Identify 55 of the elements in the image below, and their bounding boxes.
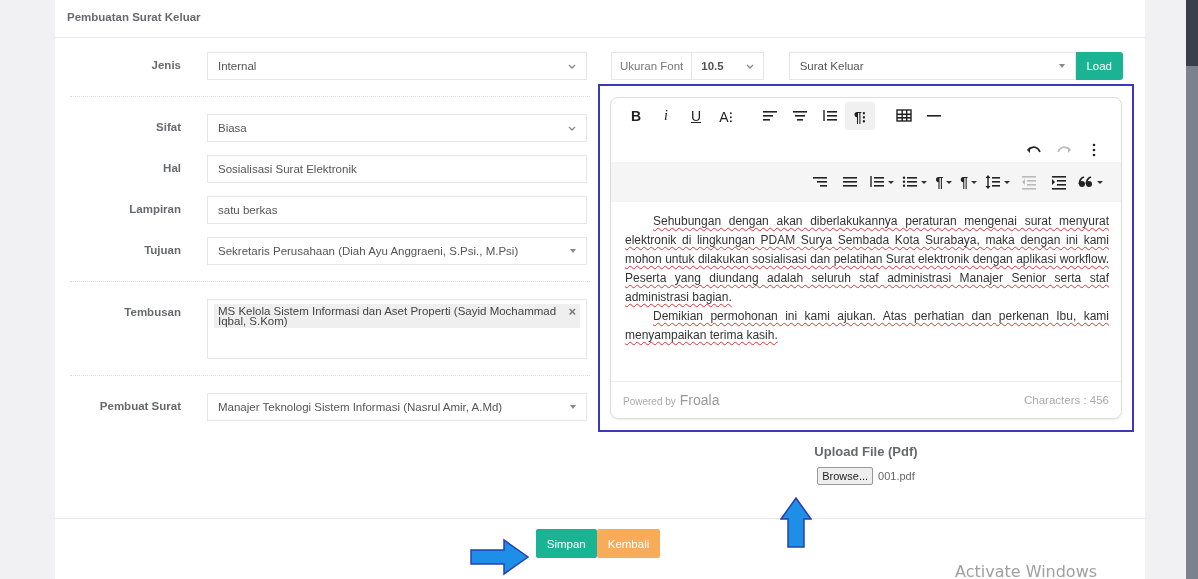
field-label: Lampiran <box>128 202 181 215</box>
select-field[interactable]: Sekretaris Perusahaan (Diah Ayu Anggraeni, S.Psi., M.Psi) <box>207 237 587 265</box>
field-label: Tembusan <box>123 305 181 318</box>
line-height-icon <box>985 174 1001 190</box>
template-select[interactable]: Surat Keluar <box>788 52 1076 80</box>
caret-icon <box>971 180 977 184</box>
right-arrow <box>470 538 530 576</box>
caret-icon <box>888 180 895 184</box>
caret-icon <box>946 180 953 184</box>
file-name: 001.pdf <box>878 470 915 482</box>
bullet-list-icon <box>902 174 919 190</box>
italic-button[interactable]: i <box>651 102 681 130</box>
caret-icon <box>921 180 928 184</box>
remove-tag-button[interactable]: × <box>568 306 576 326</box>
quote-icon <box>1078 174 1094 190</box>
scrollbar-thumb[interactable] <box>1186 0 1198 66</box>
numbered-list-icon <box>869 174 886 190</box>
tag-input-field[interactable]: MS Kelola Sistem Informasi dan Aset Properti (Sayid Mochammad Iqbal, S.Kom) × <box>207 299 587 359</box>
font-size-select[interactable]: 10.5 <box>692 53 763 79</box>
bold-button[interactable]: B <box>621 102 651 130</box>
up-arrow <box>780 497 812 548</box>
caret-icon <box>570 249 576 253</box>
dropdown-button[interactable]: ¶ <box>931 168 957 196</box>
powered-by-text: Powered by <box>623 396 676 407</box>
select-field[interactable]: Biasa <box>207 114 587 142</box>
paragraph: Demikian permohonan ini kami ajukan. Atas perhatian dan perkenan Ibu, kami menyampaikan terima kasih. <box>625 308 1109 344</box>
caret-icon <box>570 405 576 409</box>
field-label: Sifat <box>155 120 181 133</box>
scrollbar[interactable] <box>1186 0 1198 579</box>
underline-button[interactable]: U <box>681 102 711 130</box>
field-label: Jenis <box>150 58 181 71</box>
field-label: Pembuat Surat <box>98 399 181 412</box>
card-title: Pembuatan Surat Keluar <box>67 10 201 23</box>
dropdown-button[interactable]: ¶ <box>956 168 981 196</box>
caret-icon <box>1097 180 1103 184</box>
font-size-button[interactable]: A⁝ <box>711 102 741 130</box>
select-field[interactable]: Internal <box>207 52 587 80</box>
field-label: Tujuan <box>143 243 181 256</box>
browse-button[interactable]: Browse... <box>817 467 874 485</box>
field-label: Hal <box>162 161 181 174</box>
caret-icon <box>1004 180 1010 184</box>
activation-notice: Activate Windows <box>955 562 1098 579</box>
font-size-label: Ukuran Font <box>612 53 693 79</box>
tag-text: MS Kelola Sistem Informasi dan Aset Properti (Sayid Mochammad Iqbal, S.Kom) <box>218 306 558 326</box>
upload-title: Upload File (Pdf) <box>814 444 918 459</box>
input-field[interactable]: Sosialisasi Surat Elektronik <box>207 155 587 183</box>
chevron-down-icon <box>568 63 576 69</box>
input-field[interactable]: satu berkas <box>207 196 587 224</box>
paragraph: Sehubungan dengan akan diberlakukannya peraturan mengenai surat menyurat elektronik di lingkungan PDAM Surya Sembada Kota Surabaya, maka dengan ini kami mohon untuk dilakukan sosialisasi dan pelatihan Surat elektronik dengan aplikasi workflow. Peserta yang diundang adalah seluruh staf administrasi Manajer Senior serta staf administrasi bagian. <box>625 213 1109 306</box>
character-count: Characters : 456 <box>1024 394 1109 406</box>
paragraph-button[interactable]: ¶⁝ <box>845 102 875 130</box>
chevron-down-icon <box>745 63 754 69</box>
chevron-down-icon <box>568 125 576 131</box>
caret-icon <box>1058 64 1065 68</box>
select-field[interactable]: Manajer Teknologi Sistem Informasi (Nasrul Amir, A.Md) <box>207 393 587 421</box>
